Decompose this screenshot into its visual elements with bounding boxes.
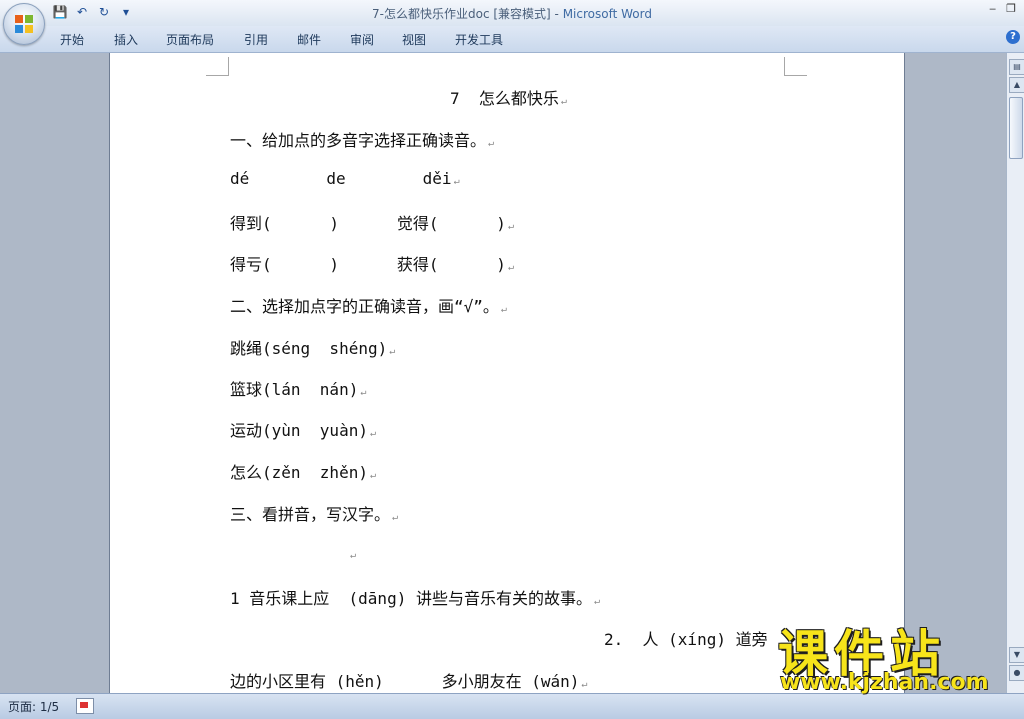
question-2-item-3-text: 运动(yùn yuàn): [230, 421, 368, 440]
window-controls: ‒ ❐: [989, 2, 1016, 15]
doc-title: 7 怎么都快乐 ↵: [450, 85, 567, 109]
app-name: Microsoft Word: [562, 7, 652, 21]
scroll-down-icon[interactable]: ▼: [1009, 647, 1024, 663]
tab-page-layout[interactable]: 页面布局: [166, 31, 214, 48]
status-bar: 页面: 1/5: [0, 693, 1024, 719]
proofing-icon[interactable]: [76, 698, 94, 714]
paragraph-mark: ↵: [392, 512, 399, 523]
watermark-url: www.kjzhan.com: [780, 670, 989, 695]
sentence-2-text: 2. 人 (xíng) 道旁: [604, 630, 768, 649]
empty-paragraph: ↵: [348, 543, 356, 562]
tab-view[interactable]: 视图: [402, 31, 426, 48]
section-1-text: 一、给加点的多音字选择正确读音。: [230, 131, 487, 150]
paragraph-mark: ↵: [350, 550, 357, 561]
document-page[interactable]: 7 怎么都快乐 ↵ 一、给加点的多音字选择正确读音。 ↵ dé de děi ↵ 得到…: [110, 53, 904, 693]
paragraph-mark: ↵: [500, 304, 507, 315]
paragraph-mark: ↵: [389, 346, 396, 357]
sentence-3: 边的小区里有 (hěn) 多小朋友在 (wán) ↵: [230, 668, 587, 692]
margin-corner-left: [206, 57, 229, 76]
question-2-item-1-text: 跳绳(séng shéng): [230, 339, 388, 358]
help-icon[interactable]: ?: [1006, 30, 1020, 44]
tab-insert[interactable]: 插入: [114, 31, 138, 48]
ribbon-tabs: 开始 插入 页面布局 引用 邮件 审阅 视图 开发工具 ?: [0, 26, 1024, 53]
paragraph-mark: ↵: [453, 176, 460, 187]
restore-icon[interactable]: ❐: [1006, 2, 1016, 15]
sentence-2: 2. 人 (xíng) 道旁: [604, 626, 768, 650]
window-title: 7-怎么都快乐作业doc [兼容模式] - Microsoft Word: [0, 5, 1024, 22]
minimize-icon[interactable]: ‒: [989, 2, 996, 15]
margin-corner-right: [784, 57, 807, 76]
title-bar: 💾 ↶ ↻ ▾ 7-怎么都快乐作业doc [兼容模式] - Microsoft …: [0, 0, 1024, 26]
page-indicator[interactable]: 页面: 1/5: [8, 698, 59, 715]
section-3-text: 三、看拼音，写汉字。: [230, 505, 391, 524]
paragraph-mark: ↵: [360, 387, 367, 398]
question-2-item-2-text: 篮球(lán nán): [230, 380, 359, 399]
paragraph-mark: ↵: [560, 96, 567, 107]
tab-developer[interactable]: 开发工具: [455, 31, 503, 48]
question-1-row-2-text: 得亏( ) 获得( ): [230, 255, 506, 274]
ruler-toggle-icon[interactable]: ▤: [1009, 59, 1024, 75]
paragraph-mark: ↵: [369, 428, 376, 439]
tab-references[interactable]: 引用: [244, 31, 268, 48]
tab-home[interactable]: 开始: [60, 31, 84, 48]
paragraph-mark: ↵: [507, 221, 514, 232]
paragraph-mark: ↵: [488, 138, 495, 149]
pinyin-options-text: dé de děi: [230, 169, 452, 188]
question-2-item-2: 篮球(lán nán) ↵: [230, 376, 366, 400]
question-2-item-4-text: 怎么(zěn zhěn): [230, 463, 368, 482]
vertical-scrollbar[interactable]: ▤ ▲ ▼ ●: [1006, 53, 1024, 693]
scroll-thumb[interactable]: [1009, 97, 1023, 159]
paragraph-mark: ↵: [581, 679, 588, 690]
sentence-1-text: 1 音乐课上应 (dāng) 讲些与音乐有关的故事。: [230, 589, 592, 608]
section-1-heading: 一、给加点的多音字选择正确读音。 ↵: [230, 127, 494, 151]
sentence-1: 1 音乐课上应 (dāng) 讲些与音乐有关的故事。 ↵: [230, 585, 600, 609]
office-button[interactable]: [3, 3, 45, 45]
paragraph-mark: ↵: [369, 470, 376, 481]
scroll-up-icon[interactable]: ▲: [1009, 77, 1024, 93]
doc-title-text: 7 怎么都快乐: [450, 89, 559, 108]
paragraph-mark: ↵: [507, 262, 514, 273]
question-2-item-3: 运动(yùn yuàn) ↵: [230, 417, 376, 441]
document-name: 7-怎么都快乐作业doc [兼容模式] -: [372, 7, 563, 21]
sentence-3-text: 边的小区里有 (hěn) 多小朋友在 (wán): [230, 672, 580, 691]
question-1-row-1-text: 得到( ) 觉得( ): [230, 214, 506, 233]
tab-review[interactable]: 审阅: [350, 31, 374, 48]
question-2-item-1: 跳绳(séng shéng) ↵: [230, 335, 395, 359]
paragraph-mark: ↵: [593, 596, 600, 607]
tab-mailings[interactable]: 邮件: [297, 31, 321, 48]
pinyin-options: dé de děi ↵: [230, 169, 460, 188]
section-2-text: 二、选择加点字的正确读音，画“√”。: [230, 297, 499, 316]
office-logo-icon: [15, 15, 33, 33]
question-2-item-4: 怎么(zěn zhěn) ↵: [230, 459, 376, 483]
question-1-row-2: 得亏( ) 获得( ) ↵: [230, 251, 514, 275]
document-workspace: 7 怎么都快乐 ↵ 一、给加点的多音字选择正确读音。 ↵ dé de děi ↵ 得到…: [0, 53, 1006, 693]
browse-object-icon[interactable]: ●: [1009, 665, 1024, 681]
section-3-heading: 三、看拼音，写汉字。 ↵: [230, 501, 398, 525]
section-2-heading: 二、选择加点字的正确读音，画“√”。 ↵: [230, 293, 507, 317]
question-1-row-1: 得到( ) 觉得( ) ↵: [230, 210, 514, 234]
watermark-logo: 课件站 www.kjzhan.com: [774, 614, 1006, 696]
